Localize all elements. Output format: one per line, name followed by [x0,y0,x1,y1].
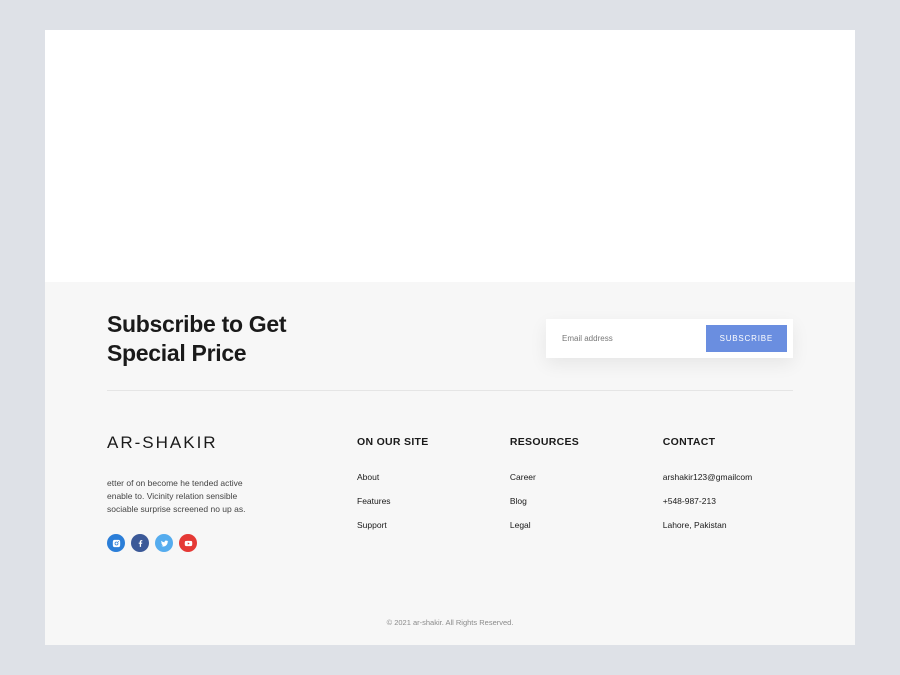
site-column: ON OUR SITE About Features Support [357,433,470,553]
resources-heading: RESOURCES [510,436,623,448]
brand-description: etter of on become he tended active enab… [107,477,267,517]
link-features[interactable]: Features [357,496,470,506]
contact-heading: CONTACT [663,436,793,448]
link-about[interactable]: About [357,472,470,482]
subscribe-form: SUBSCRIBE [546,319,793,358]
link-career[interactable]: Career [510,472,623,482]
subscribe-row: Subscribe to Get Special Price SUBSCRIBE [107,310,793,391]
page-container: Subscribe to Get Special Price SUBSCRIBE… [45,30,855,645]
email-input[interactable] [552,326,706,351]
instagram-icon[interactable] [107,534,125,552]
link-support[interactable]: Support [357,520,470,530]
link-legal[interactable]: Legal [510,520,623,530]
contact-email: arshakir123@gmailcom [663,472,793,482]
subscribe-heading: Subscribe to Get Special Price [107,310,286,368]
copyright: © 2021 ar-shakir. All Rights Reserved. [107,596,793,627]
resources-links: Career Blog Legal [510,472,623,530]
contact-location: Lahore, Pakistan [663,520,793,530]
contact-column: CONTACT arshakir123@gmailcom +548-987-21… [663,433,793,553]
subscribe-heading-line1: Subscribe to Get [107,311,286,337]
social-row [107,534,317,552]
resources-column: RESOURCES Career Blog Legal [510,433,623,553]
subscribe-heading-line2: Special Price [107,340,246,366]
site-links: About Features Support [357,472,470,530]
twitter-icon[interactable] [155,534,173,552]
contact-phone: +548-987-213 [663,496,793,506]
hero-section [45,30,855,282]
facebook-icon[interactable] [131,534,149,552]
footer-section: Subscribe to Get Special Price SUBSCRIBE… [45,282,855,645]
site-heading: ON OUR SITE [357,436,470,448]
subscribe-button[interactable]: SUBSCRIBE [706,325,787,352]
contact-items: arshakir123@gmailcom +548-987-213 Lahore… [663,472,793,530]
brand-column: AR-SHAKIR etter of on become he tended a… [107,433,317,553]
link-blog[interactable]: Blog [510,496,623,506]
brand-name: AR-SHAKIR [107,433,317,453]
youtube-icon[interactable] [179,534,197,552]
footer-columns: AR-SHAKIR etter of on become he tended a… [107,391,793,553]
